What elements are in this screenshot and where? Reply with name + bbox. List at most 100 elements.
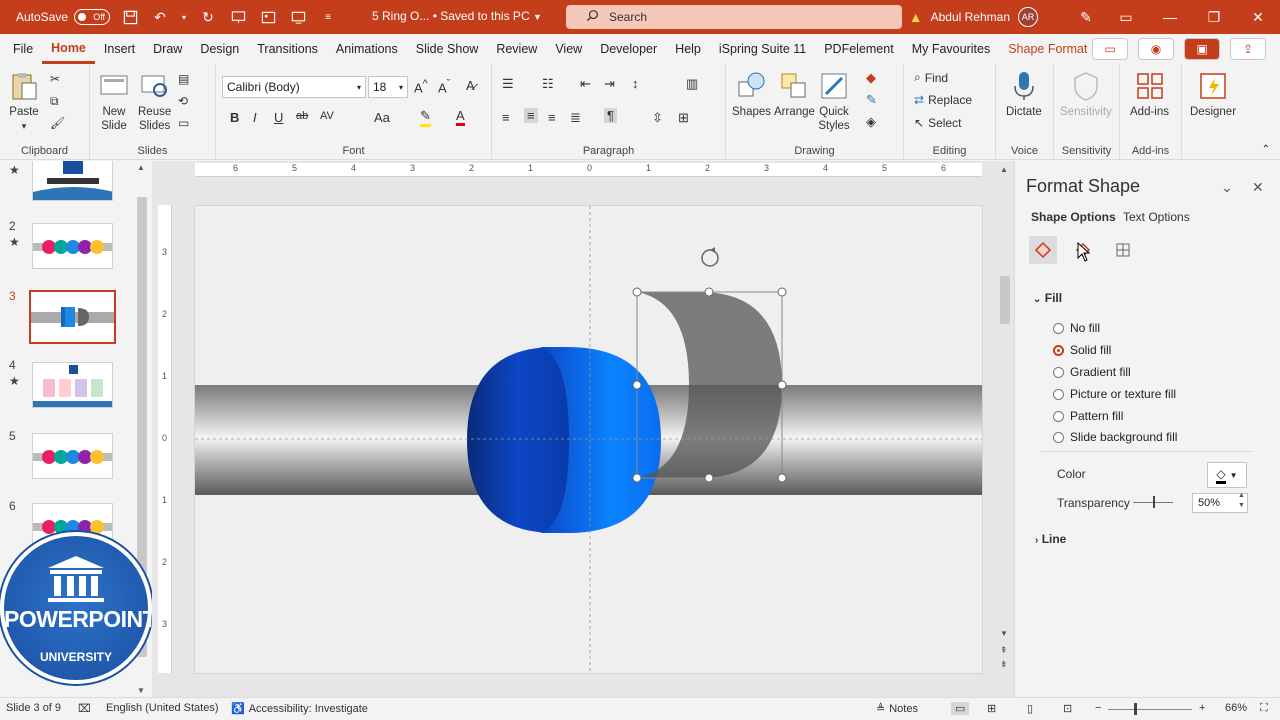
scroll-down-icon[interactable]: ▼ — [1000, 629, 1008, 638]
tab-text-options[interactable]: Text Options — [1123, 210, 1190, 224]
tab-review[interactable]: Review — [487, 34, 546, 64]
underline-button[interactable]: U — [274, 110, 283, 125]
format-painter-icon[interactable]: 🖌 — [50, 116, 65, 130]
language-indicator[interactable]: English (United States) — [106, 702, 219, 714]
fill-option-pattern-fill[interactable]: Pattern fill — [1053, 409, 1123, 423]
bullets-icon[interactable]: ☰ — [502, 76, 514, 92]
slide-thumbnail-4[interactable] — [32, 362, 113, 408]
reset-icon[interactable]: ⟲ — [178, 94, 188, 108]
fill-option-gradient-fill[interactable]: Gradient fill — [1053, 365, 1131, 379]
slideshow-icon[interactable] — [288, 7, 308, 27]
tab-pdfelement[interactable]: PDFelement — [815, 34, 902, 64]
comments-icon[interactable]: ▭ — [1092, 38, 1128, 60]
save-icon[interactable] — [120, 7, 140, 27]
tab-my-favourites[interactable]: My Favourites — [903, 34, 1000, 64]
font-size-select[interactable]: 18 ▾ — [368, 76, 408, 98]
addins-button[interactable]: Add-ins — [1130, 70, 1169, 119]
slide-thumbnail-1[interactable] — [32, 161, 113, 201]
notes-button[interactable]: ≜ Notes — [876, 702, 918, 716]
font-name-select[interactable]: Calibri (Body) ▾ — [222, 76, 366, 98]
undo-dropdown-icon[interactable]: ▾ — [180, 7, 188, 27]
align-right-icon[interactable]: ≡ — [548, 110, 556, 125]
pane-options-icon[interactable]: ⌄ — [1221, 179, 1233, 196]
normal-view-icon[interactable]: ▭ — [951, 702, 970, 715]
highlight-icon[interactable]: ✎ — [420, 108, 431, 127]
blue-ring-back[interactable] — [467, 347, 570, 533]
slide-thumbnail-2[interactable] — [32, 223, 113, 269]
tab-design[interactable]: Design — [191, 34, 248, 64]
close-pane-icon[interactable]: ✕ — [1252, 179, 1264, 196]
transparency-spinner-icon[interactable]: ▲ ▼ — [1238, 491, 1245, 511]
align-left-icon[interactable]: ≡ — [502, 110, 510, 125]
autosave-switch[interactable]: Off — [74, 9, 111, 25]
select-button[interactable]: ↖ Select — [914, 116, 961, 130]
replace-button[interactable]: ⇄ Replace — [914, 93, 972, 107]
arrange-button[interactable]: Arrange — [774, 70, 815, 119]
shape-effects-icon[interactable]: ◈ — [866, 114, 876, 130]
transparency-slider-thumb[interactable] — [1153, 496, 1155, 508]
text-direction-icon[interactable]: ¶ — [604, 108, 617, 123]
tab-help[interactable]: Help — [666, 34, 710, 64]
tab-developer[interactable]: Developer — [591, 34, 666, 64]
zoom-in-icon[interactable]: + — [1199, 702, 1205, 714]
next-slide-icon[interactable]: ⇟ — [1000, 659, 1008, 670]
previous-slide-icon[interactable]: ⇞ — [1000, 645, 1008, 656]
tab-home[interactable]: Home — [42, 34, 95, 64]
slide-thumbnail-5[interactable] — [32, 433, 113, 479]
sensitivity-button[interactable]: Sensitivity — [1060, 70, 1112, 119]
new-slide-button[interactable]: New Slide — [98, 70, 130, 133]
zoom-slider-thumb[interactable] — [1134, 703, 1137, 715]
reuse-slides-button[interactable]: Reuse Slides — [138, 70, 171, 133]
search-box[interactable]: Search — [566, 5, 902, 29]
picture-icon[interactable] — [258, 7, 278, 27]
fill-section-header[interactable]: ⌄ Fill — [1033, 291, 1062, 305]
share-icon[interactable]: ⇪ — [1230, 38, 1266, 60]
zoom-level[interactable]: 66% — [1225, 702, 1247, 714]
increase-font-icon[interactable]: A^ — [414, 78, 428, 95]
fill-line-icon[interactable] — [1029, 236, 1057, 264]
scroll-up-icon[interactable]: ▲ — [137, 163, 145, 172]
cut-icon[interactable]: ✂ — [50, 72, 60, 86]
fill-option-slide-background-fill[interactable]: Slide background fill — [1053, 430, 1177, 444]
reading-view-icon[interactable]: ▯ — [1027, 702, 1033, 715]
ribbon-display-icon[interactable]: ▭ — [1104, 0, 1148, 34]
scroll-up-icon[interactable]: ▲ — [1000, 165, 1008, 174]
editor-scrollbar[interactable]: ▲ ▼ ⇞ ⇟ — [997, 161, 1013, 697]
zoom-slider[interactable] — [1108, 709, 1192, 710]
zoom-out-icon[interactable]: − — [1095, 702, 1101, 714]
line-spacing-icon[interactable]: ↕ — [632, 76, 639, 91]
columns-icon[interactable]: ▥ — [686, 76, 698, 92]
smartart-icon[interactable]: ⊞ — [678, 110, 689, 126]
align-text-icon[interactable]: ⇳ — [652, 110, 663, 126]
numbering-icon[interactable]: ☷ — [542, 76, 554, 92]
italic-button[interactable]: I — [253, 110, 257, 125]
slideshow-view-icon[interactable]: ⊡ — [1063, 702, 1072, 715]
paste-button[interactable]: Paste ▾ — [8, 70, 40, 133]
slide-sorter-icon[interactable]: ⊞ — [987, 702, 996, 715]
tab-transitions[interactable]: Transitions — [248, 34, 327, 64]
tab-insert[interactable]: Insert — [95, 34, 144, 64]
minimize-icon[interactable]: — — [1148, 0, 1192, 34]
font-color-button[interactable]: A — [456, 108, 465, 126]
tab-ispring[interactable]: iSpring Suite 11 — [710, 34, 815, 64]
decrease-indent-icon[interactable]: ⇤ — [580, 76, 591, 92]
justify-icon[interactable]: ≣ — [570, 110, 581, 126]
shape-fill-icon[interactable]: ◆ — [866, 70, 876, 86]
document-title[interactable]: 5 Ring O... • Saved to this PC ▼ — [372, 9, 542, 23]
present-icon[interactable] — [228, 7, 248, 27]
fill-color-button[interactable]: ◇ ▼ — [1207, 462, 1247, 488]
autosave-toggle[interactable]: AutoSave Off — [16, 9, 111, 25]
scroll-down-icon[interactable]: ▼ — [137, 686, 145, 695]
bold-button[interactable]: B — [230, 110, 239, 125]
find-button[interactable]: ⌕ Find — [914, 70, 948, 85]
align-center-icon[interactable]: ≡ — [524, 108, 538, 123]
customize-toolbar-icon[interactable]: ≡ — [318, 7, 338, 27]
undo-icon[interactable]: ↶ — [150, 7, 170, 27]
strikethrough-button[interactable]: ab — [296, 110, 308, 122]
fill-option-solid-fill[interactable]: Solid fill — [1053, 343, 1111, 357]
designer-button[interactable]: Designer — [1190, 70, 1236, 119]
slide-thumbnail-3[interactable] — [29, 290, 116, 344]
editor-scroll-thumb[interactable] — [1000, 276, 1010, 324]
user-account[interactable]: ▲ Abdul Rehman AR — [909, 7, 1038, 27]
tab-animations[interactable]: Animations — [327, 34, 407, 64]
